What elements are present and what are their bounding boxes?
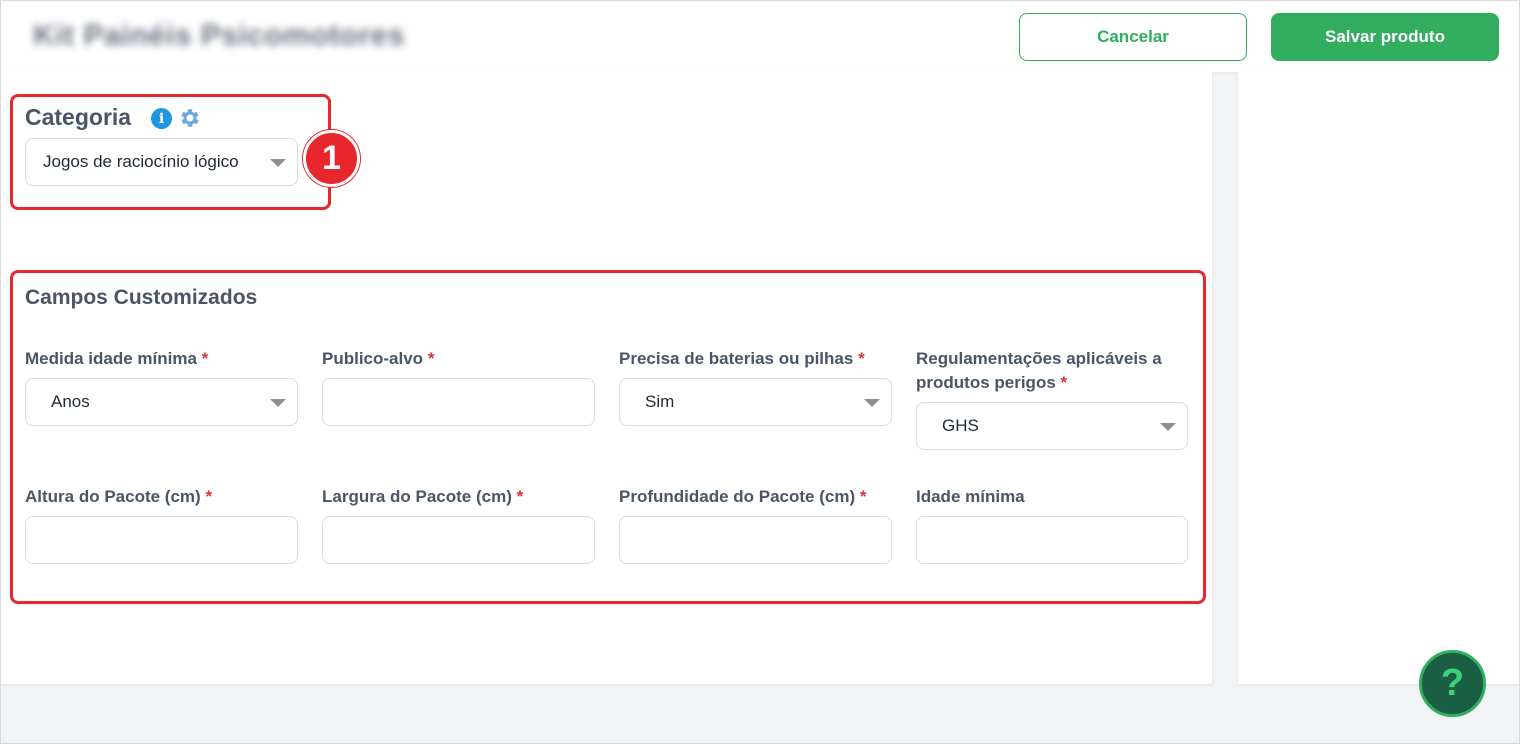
chevron-down-icon [270, 159, 286, 167]
category-select[interactable]: Jogos de raciocínio lógico [25, 138, 298, 186]
cancel-button[interactable]: Cancelar [1019, 13, 1247, 61]
regulations-select[interactable]: GHS [916, 402, 1188, 450]
package-height-input[interactable] [25, 516, 298, 564]
top-header: Kit Painéis Psicomotores Cancelar Salvar… [1, 1, 1519, 72]
help-button[interactable]: ? [1419, 650, 1486, 717]
min-age-unit-select[interactable]: Anos [25, 378, 298, 426]
field-label-min-age: Idade mínima [916, 487, 1025, 506]
category-title: Categoria [25, 104, 132, 130]
min-age-input[interactable] [916, 516, 1188, 564]
info-icon[interactable]: i [151, 108, 172, 129]
side-panel [1238, 72, 1519, 684]
package-width-input[interactable] [322, 516, 595, 564]
target-audience-input[interactable] [322, 378, 595, 426]
field-label-regulations: Regulamentações aplicáveis a produtos pe… [916, 349, 1162, 392]
field-label-package-depth: Profundidade do Pacote (cm) * [619, 487, 867, 506]
chevron-down-icon [864, 399, 880, 407]
chevron-down-icon [270, 399, 286, 407]
field-label-min-age-unit: Medida idade mínima * [25, 349, 209, 368]
gear-icon[interactable] [178, 106, 202, 130]
field-label-target-audience: Publico-alvo * [322, 349, 435, 368]
package-depth-input[interactable] [619, 516, 892, 564]
batteries-select[interactable]: Sim [619, 378, 892, 426]
field-label-package-height: Altura do Pacote (cm) * [25, 487, 213, 506]
callout-badge: 1 [303, 130, 360, 187]
chevron-down-icon [1160, 423, 1176, 431]
category-selected-value: Jogos de raciocínio lógico [43, 152, 239, 171]
field-label-batteries: Precisa de baterias ou pilhas * [619, 349, 865, 368]
custom-fields-title: Campos Customizados [25, 286, 258, 309]
field-label-package-width: Largura do Pacote (cm) * [322, 487, 524, 506]
product-title: Kit Painéis Psicomotores [33, 19, 406, 52]
save-product-button[interactable]: Salvar produto [1271, 13, 1499, 61]
